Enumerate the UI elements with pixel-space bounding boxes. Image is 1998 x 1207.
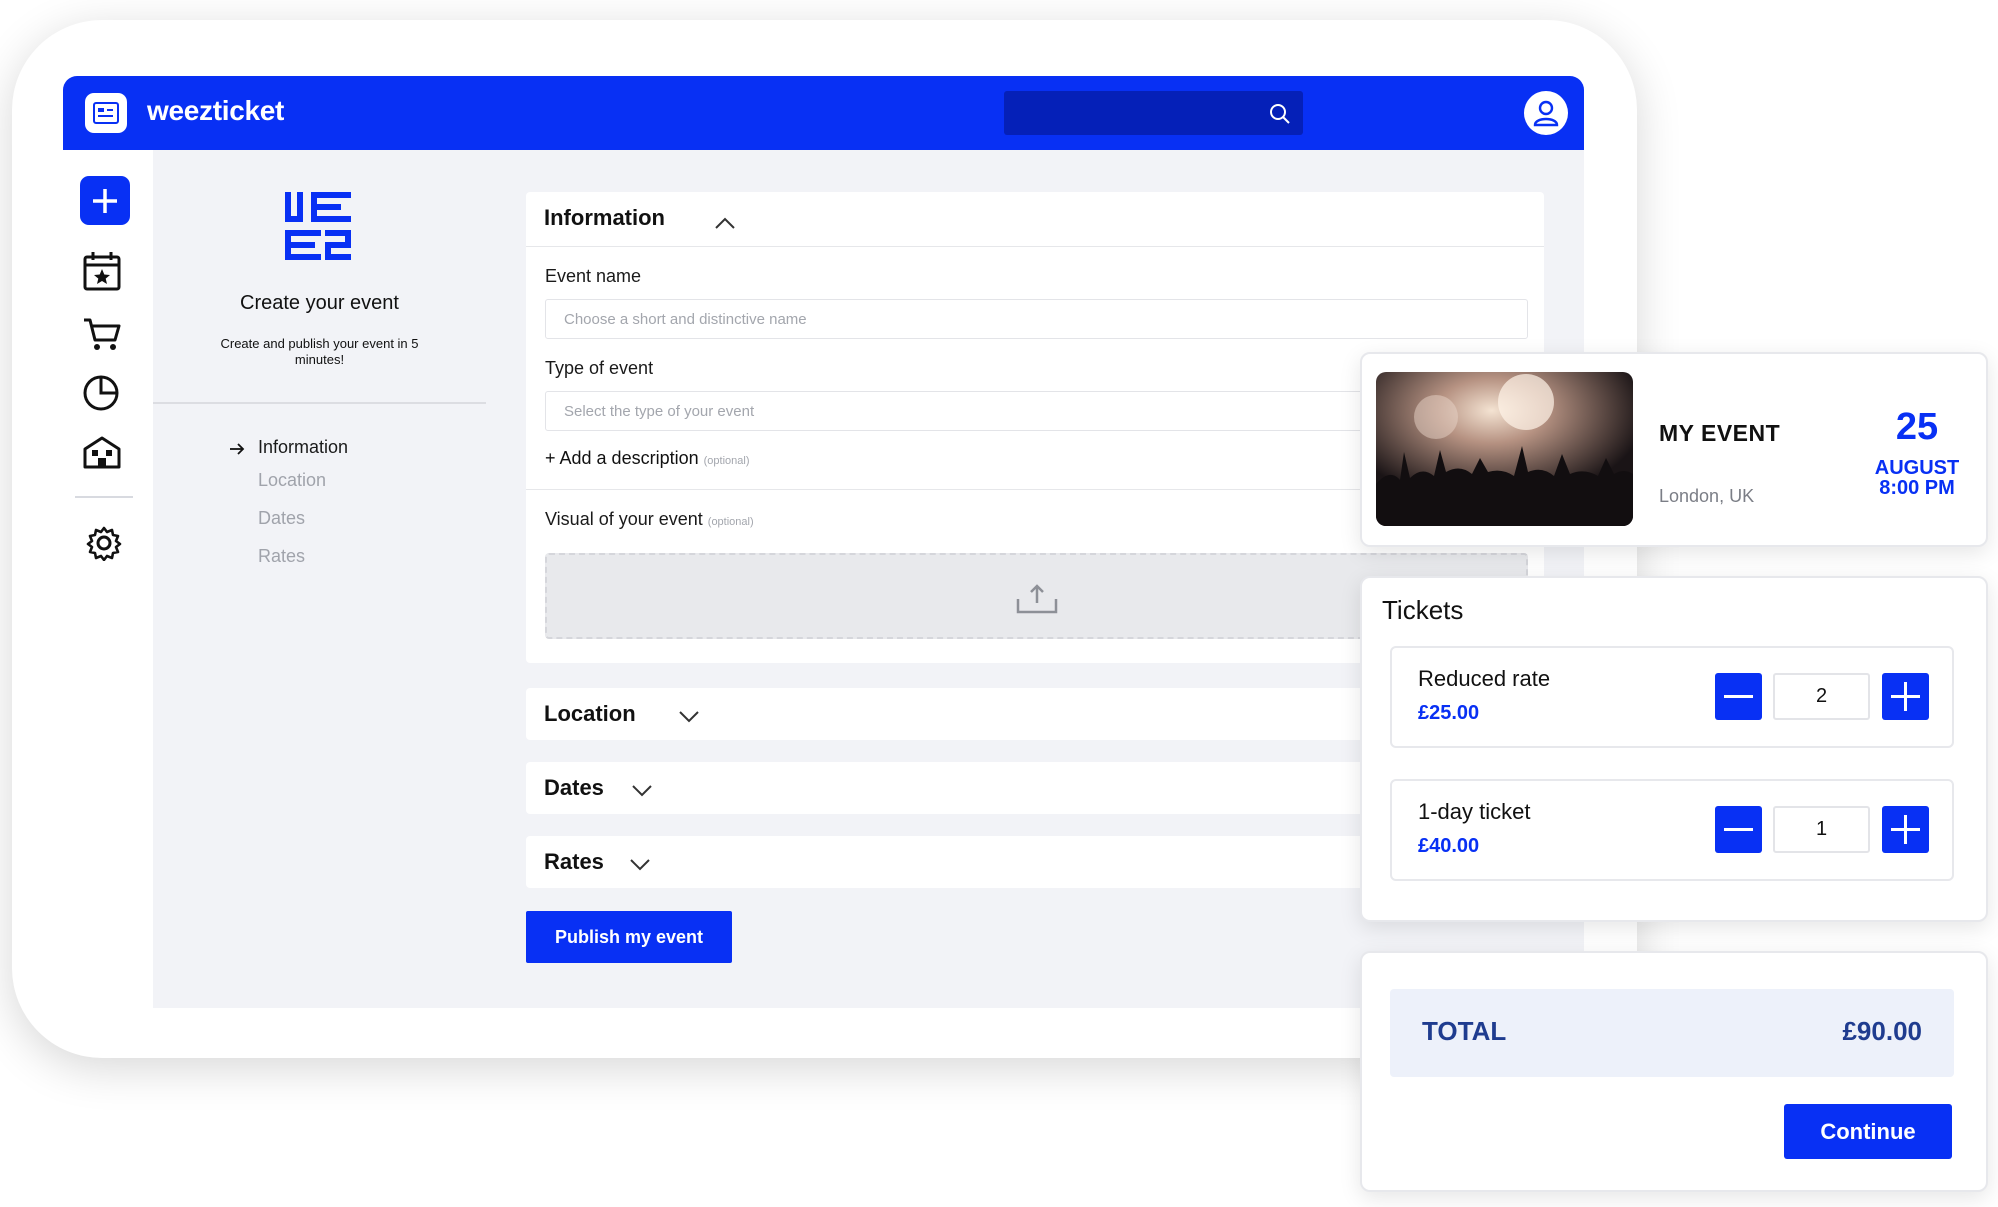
divider bbox=[526, 246, 1544, 247]
event-location: London, UK bbox=[1659, 486, 1755, 506]
decrement-button[interactable] bbox=[1715, 806, 1762, 853]
page-subtitle: Create and publish your event in 5 minut… bbox=[220, 336, 419, 367]
stage: weezticket Create your event Create and … bbox=[0, 0, 1998, 1207]
search-icon[interactable] bbox=[1269, 103, 1291, 125]
plus-icon bbox=[93, 189, 117, 213]
tickets-title: Tickets bbox=[1382, 595, 1464, 625]
chevron-down-icon bbox=[679, 711, 699, 723]
optional-hint: (optional) bbox=[707, 516, 754, 528]
event-name: MY EVENT bbox=[1659, 420, 1781, 446]
increment-button[interactable] bbox=[1882, 673, 1929, 720]
quantity-field[interactable]: 2 bbox=[1773, 673, 1870, 720]
brand-name[interactable]: weezticket bbox=[147, 95, 284, 127]
total-value: £90.00 bbox=[1842, 1016, 1922, 1046]
total-label: TOTAL bbox=[1422, 1016, 1507, 1046]
publish-event-button[interactable]: Publish my event bbox=[526, 911, 732, 963]
event-time: 8:00 PM bbox=[1879, 477, 1955, 499]
continue-button[interactable]: Continue bbox=[1784, 1104, 1952, 1159]
ticket-row: Reduced rate £25.00 2 bbox=[1390, 646, 1954, 748]
app-header: weezticket bbox=[63, 76, 1584, 150]
plus-icon bbox=[1891, 682, 1920, 711]
plus-icon bbox=[1891, 815, 1920, 844]
ticket-row: 1-day ticket £40.00 1 bbox=[1390, 779, 1954, 881]
checkout-panel: TOTAL £90.00 Continue bbox=[1360, 951, 1988, 1192]
calendar-star-icon[interactable] bbox=[82, 250, 122, 292]
tickets-panel: Tickets Reduced rate £25.00 2 1-day tick… bbox=[1360, 576, 1988, 922]
chevron-down-icon bbox=[632, 785, 652, 797]
event-type-label: Type of event bbox=[545, 358, 654, 378]
building-icon[interactable] bbox=[82, 434, 122, 470]
pie-chart-icon[interactable] bbox=[82, 374, 120, 412]
minus-icon bbox=[1724, 828, 1753, 831]
steps-panel bbox=[153, 150, 486, 1008]
quantity-field[interactable]: 1 bbox=[1773, 806, 1870, 853]
information-section-title[interactable]: Information bbox=[544, 205, 665, 231]
location-section-title: Location bbox=[544, 701, 636, 726]
event-day: 25 bbox=[1895, 406, 1939, 448]
ticket-name: 1-day ticket bbox=[1418, 799, 1531, 824]
chevron-down-icon bbox=[630, 859, 650, 871]
visual-label: Visual of your event (optional) bbox=[545, 509, 754, 530]
rates-section-title: Rates bbox=[544, 849, 604, 874]
chevron-up-icon[interactable] bbox=[714, 216, 736, 230]
decrement-button[interactable] bbox=[1715, 673, 1762, 720]
steps-divider bbox=[153, 402, 486, 404]
optional-hint: (optional) bbox=[703, 455, 750, 467]
arrow-right-icon bbox=[230, 443, 245, 455]
add-description-link[interactable]: + Add a description (optional) bbox=[545, 448, 749, 469]
weezevent-logo-icon bbox=[285, 192, 351, 260]
ticket-price: £40.00 bbox=[1418, 835, 1480, 857]
step-information[interactable]: Information bbox=[258, 437, 348, 458]
upload-icon bbox=[1016, 584, 1058, 614]
event-name-label: Event name bbox=[545, 266, 642, 286]
add-description-text: + Add a description bbox=[545, 448, 699, 468]
event-month: AUGUST bbox=[1874, 457, 1960, 479]
user-avatar[interactable] bbox=[1524, 91, 1568, 135]
increment-button[interactable] bbox=[1882, 806, 1929, 853]
event-card: MY EVENT London, UK 25 AUGUST 8:00 PM bbox=[1360, 352, 1988, 547]
step-dates[interactable]: Dates bbox=[258, 508, 305, 529]
minus-icon bbox=[1724, 695, 1753, 698]
gear-icon[interactable] bbox=[86, 525, 122, 561]
step-rates[interactable]: Rates bbox=[258, 546, 305, 567]
user-icon bbox=[1533, 100, 1559, 127]
cart-icon[interactable] bbox=[82, 316, 122, 352]
add-event-button[interactable] bbox=[80, 176, 130, 225]
rail-divider bbox=[75, 496, 133, 498]
step-location[interactable]: Location bbox=[258, 470, 326, 491]
event-image bbox=[1376, 372, 1633, 526]
dates-section-title: Dates bbox=[544, 775, 604, 800]
ticket-logo-icon[interactable] bbox=[85, 93, 127, 133]
search-input[interactable] bbox=[1004, 91, 1303, 135]
total-summary: TOTAL £90.00 bbox=[1390, 989, 1954, 1077]
ticket-price: £25.00 bbox=[1418, 702, 1480, 724]
page-title: Create your event bbox=[240, 292, 399, 314]
event-name-field[interactable]: Choose a short and distinctive name bbox=[545, 299, 1528, 339]
visual-label-text: Visual of your event bbox=[545, 509, 703, 529]
ticket-name: Reduced rate bbox=[1418, 666, 1551, 691]
